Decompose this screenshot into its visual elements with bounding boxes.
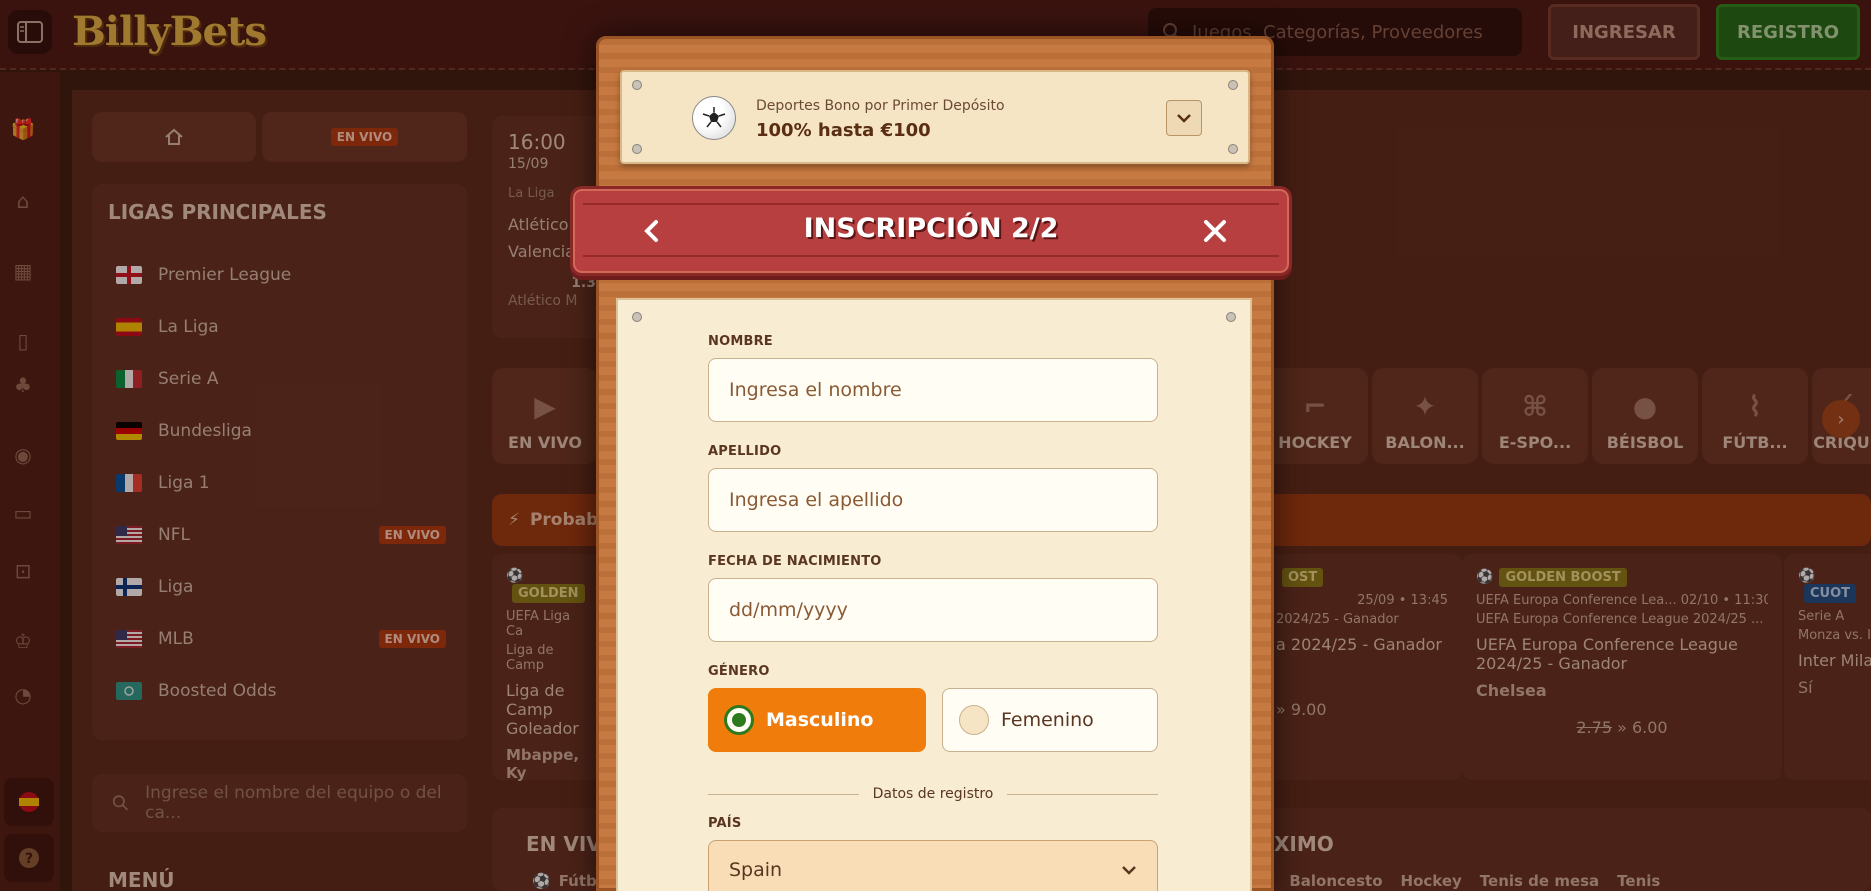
divider-line (1007, 793, 1158, 795)
soccer-ball-pattern (702, 107, 726, 128)
fecha-nacimiento-input[interactable]: dd/mm/yyyy (708, 578, 1158, 642)
nombre-label: NOMBRE (708, 334, 773, 349)
genero-femenino-label: Femenino (1001, 709, 1094, 731)
bonus-title: 100% hasta €100 (756, 120, 931, 141)
registration-form: NOMBRE Ingresa el nombre APELLIDO Ingres… (616, 298, 1252, 891)
chevron-down-icon (1122, 866, 1136, 875)
close-icon (1204, 220, 1226, 242)
fecha-nacimiento-placeholder: dd/mm/yyyy (729, 599, 848, 621)
modal-title: INSCRIPCIÓN 2/2 (803, 213, 1059, 244)
fecha-nacimiento-label: FECHA DE NACIMIENTO (708, 554, 882, 569)
first-deposit-bonus-note: Deportes Bono por Primer Depósito 100% h… (620, 70, 1250, 164)
pais-select[interactable]: Spain (708, 840, 1158, 891)
nombre-input[interactable]: Ingresa el nombre (708, 358, 1158, 422)
radio-unchecked-icon (959, 705, 989, 735)
divider-label: Datos de registro (872, 786, 994, 802)
apellido-placeholder: Ingresa el apellido (729, 489, 904, 511)
nombre-placeholder: Ingresa el nombre (729, 379, 902, 401)
divider-line (708, 793, 859, 795)
genero-label: GÉNERO (708, 664, 770, 679)
nail-icon (1228, 144, 1238, 154)
pais-value: Spain (729, 859, 783, 881)
genero-femenino-radio[interactable]: Femenino (942, 688, 1158, 752)
soccer-ball-icon (692, 96, 736, 140)
registration-data-divider: Datos de registro (708, 784, 1158, 804)
nail-icon (632, 80, 642, 90)
apellido-input[interactable]: Ingresa el apellido (708, 468, 1158, 532)
genero-masculino-radio[interactable]: Masculino (708, 688, 926, 752)
bonus-subtitle: Deportes Bono por Primer Depósito (756, 98, 1005, 114)
chevron-down-icon (1177, 114, 1191, 123)
pais-label: PAÍS (708, 816, 742, 831)
close-button[interactable] (1197, 213, 1233, 249)
nail-icon (632, 144, 642, 154)
bonus-expand-button[interactable] (1166, 100, 1202, 136)
apellido-label: APELLIDO (708, 444, 782, 459)
nail-icon (632, 312, 642, 322)
radio-checked-icon (724, 705, 754, 735)
nail-icon (1228, 80, 1238, 90)
modal-header-banner: INSCRIPCIÓN 2/2 (570, 186, 1292, 276)
nail-icon (1226, 312, 1236, 322)
genero-masculino-label: Masculino (766, 709, 874, 731)
